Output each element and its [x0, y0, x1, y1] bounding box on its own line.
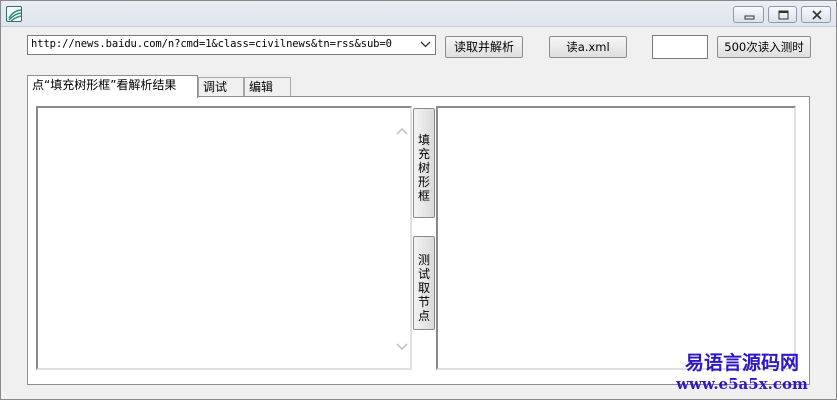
- main-window: http://news.baidu.com/n?cmd=1&class=civi…: [0, 0, 837, 400]
- tab-parse-result[interactable]: 点“填充树形框”看解析结果: [27, 75, 198, 98]
- read-xml-button[interactable]: 读a.xml: [549, 36, 627, 58]
- result-textbox[interactable]: [436, 106, 796, 370]
- watermark-url: www.e5a5x.com: [676, 375, 808, 393]
- url-combo-value: http://news.baidu.com/n?cmd=1&class=civi…: [31, 38, 392, 50]
- title-bar[interactable]: [1, 1, 836, 27]
- watermark-title: 易语言源码网: [684, 352, 799, 374]
- fill-tree-button[interactable]: 填充树形框: [413, 108, 435, 218]
- tree-scrollbar[interactable]: [394, 108, 410, 368]
- app-icon[interactable]: [6, 6, 22, 22]
- tab-debug[interactable]: 调试: [198, 77, 244, 97]
- url-combo[interactable]: http://news.baidu.com/n?cmd=1&class=civi…: [27, 35, 436, 55]
- close-icon: [812, 10, 822, 20]
- minimize-button[interactable]: [733, 6, 764, 23]
- read-500-times-button[interactable]: 500次读入测时: [717, 36, 811, 58]
- minimize-icon: [744, 15, 755, 20]
- restore-button[interactable]: [768, 6, 797, 23]
- restore-icon: [778, 10, 789, 20]
- parse-button[interactable]: 读取并解析: [445, 36, 523, 58]
- chevron-down-icon[interactable]: [417, 36, 435, 54]
- scroll-up-icon[interactable]: [396, 126, 408, 136]
- watermark: 易语言源码网 www.e5a5x.com: [667, 351, 817, 393]
- tab-edit[interactable]: 编辑: [244, 77, 291, 97]
- count-input[interactable]: [652, 35, 708, 59]
- close-button[interactable]: [801, 6, 831, 23]
- fill-tree-button-label: 填充树形框: [417, 133, 430, 203]
- tree-view[interactable]: [36, 106, 412, 370]
- test-get-node-button[interactable]: 测试取节点: [413, 236, 435, 330]
- test-get-node-button-label: 测试取节点: [417, 253, 430, 323]
- scroll-down-icon[interactable]: [396, 342, 408, 352]
